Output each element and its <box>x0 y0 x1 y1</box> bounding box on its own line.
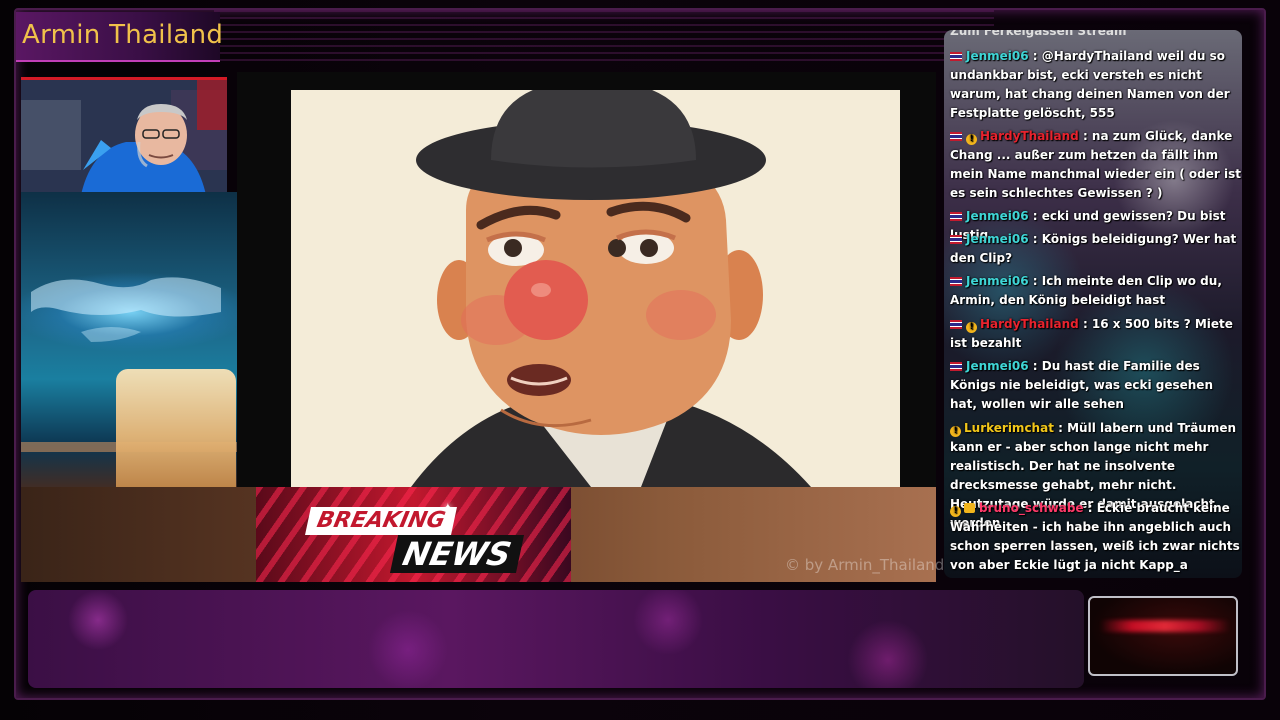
sub-badge-icon <box>964 503 975 513</box>
webcam-illustration <box>21 80 227 192</box>
chat-username[interactable]: HardyThailand <box>980 129 1079 143</box>
breaking-label: BREAKING <box>305 507 457 535</box>
bits-badge-icon: ! <box>950 426 961 437</box>
thailand-flag-icon <box>950 132 962 141</box>
bottom-decoration-panel <box>28 590 1084 688</box>
main-video <box>291 90 900 487</box>
thailand-flag-icon <box>950 320 962 329</box>
chat-username[interactable]: Jenmei06 <box>966 49 1029 63</box>
news-label: NEWS <box>389 535 525 573</box>
streamer-webcam <box>21 77 227 192</box>
glitch-decoration <box>214 10 994 62</box>
thailand-flag-icon <box>950 212 962 221</box>
bits-badge-icon: ! <box>966 134 977 145</box>
chat-message: ! HardyThailand : na zum Glück, danke Cha… <box>950 127 1242 203</box>
thailand-flag-icon <box>950 362 962 371</box>
mini-camera-glow <box>1100 620 1230 632</box>
chat-message: Jenmei06 : Ich meinte den Clip wo du, Ar… <box>950 272 1242 310</box>
chat-message: ! bruno_schwabe : Eckie braucht keine Wah… <box>950 499 1242 575</box>
chat-username[interactable]: Jenmei06 <box>966 209 1029 223</box>
chat-panel: Zum Ferkelgassen Stream Jenmei06 : @Hard… <box>944 30 1242 578</box>
chat-username[interactable]: bruno_schwabe <box>979 501 1084 515</box>
watermark: © by Armin_Thailand <box>785 556 945 574</box>
mini-camera-feed <box>1088 596 1238 676</box>
chat-username[interactable]: Jenmei06 <box>966 359 1029 373</box>
cartoon-man-illustration <box>291 90 900 487</box>
sparkle-icon: ✦ <box>442 501 454 517</box>
chat-message: Jenmei06 : @HardyThailand weil du so und… <box>950 47 1242 123</box>
thailand-flag-icon <box>950 277 962 286</box>
chat-message: ! HardyThailand : 16 x 500 bits ? Miete i… <box>950 315 1242 353</box>
stream-overlay: Armin Thailand BREAKING NEWS ✦ © by Armi… <box>0 0 1280 720</box>
channel-title: Armin Thailand <box>22 20 224 50</box>
chat-cutoff-message: Zum Ferkelgassen Stream <box>950 30 1127 38</box>
thailand-flag-icon <box>950 52 962 61</box>
news-desk <box>116 369 236 504</box>
chat-username[interactable]: Jenmei06 <box>966 232 1029 246</box>
chat-username[interactable]: Jenmei06 <box>966 274 1029 288</box>
breaking-news-banner: BREAKING NEWS ✦ <box>256 487 571 582</box>
bits-badge-icon: ! <box>966 322 977 333</box>
chat-message: Jenmei06 : Du hast die Familie des König… <box>950 357 1242 414</box>
chat-message: Jenmei06 : Königs beleidigung? Wer hat d… <box>950 230 1242 268</box>
thailand-flag-icon <box>950 235 962 244</box>
bits-badge-icon: ! <box>950 506 961 517</box>
chat-username[interactable]: HardyThailand <box>980 317 1079 331</box>
chat-username[interactable]: Lurkerimchat <box>964 421 1054 435</box>
